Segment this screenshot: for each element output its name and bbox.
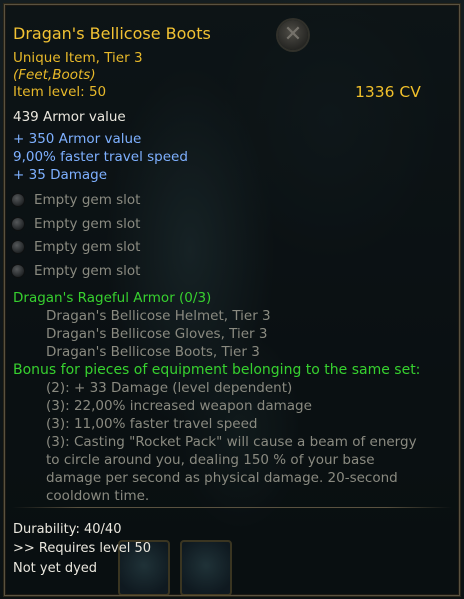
gem-slot-icon (12, 265, 24, 277)
item-slot-type: (Feet,Boots) (13, 67, 96, 83)
set-special-bonus: damage per second as physical damage. 20… (46, 470, 398, 486)
gem-slot-icon (12, 218, 24, 230)
gem-slot-label: Empty gem slot (34, 239, 141, 255)
durability: Durability: 40/40 (13, 522, 122, 537)
gem-slot-label: Empty gem slot (34, 216, 141, 232)
bonus-stat: + 350 Armor value (13, 131, 142, 147)
set-name: Dragan's Rageful Armor (0/3) (13, 290, 212, 306)
close-icon[interactable]: ✕ (278, 20, 308, 50)
set-special-bonus: (3): Casting "Rocket Pack" will cause a … (46, 434, 417, 450)
combat-value: 1336 CV (355, 83, 421, 101)
set-piece: Dragan's Bellicose Gloves, Tier 3 (46, 326, 268, 342)
gem-slot-icon (12, 241, 24, 253)
background-inventory-slot (180, 540, 232, 596)
set-bonus: (3): 11,00% faster travel speed (46, 416, 258, 432)
item-rarity: Unique Item, Tier 3 (13, 50, 143, 66)
set-bonus-header: Bonus for pieces of equipment belonging … (13, 362, 421, 378)
set-bonus: (3): 22,00% increased weapon damage (46, 398, 312, 414)
item-level: Item level: 50 (13, 84, 107, 100)
gem-slot-label: Empty gem slot (34, 263, 141, 279)
set-piece: Dragan's Bellicose Helmet, Tier 3 (46, 308, 271, 324)
set-special-bonus: to circle around you, dealing 150 % of y… (46, 452, 375, 468)
item-name: Dragan's Bellicose Boots (13, 24, 211, 43)
dye-status: Not yet dyed (13, 561, 98, 576)
set-special-bonus: cooldown time. (46, 488, 150, 504)
level-requirement: >> Requires level 50 (13, 541, 152, 556)
footer-divider (12, 507, 452, 508)
base-armor-stat: 439 Armor value (13, 109, 126, 125)
gem-slot-icon (12, 194, 24, 206)
set-piece: Dragan's Bellicose Boots, Tier 3 (46, 344, 260, 360)
bonus-stat: + 35 Damage (13, 167, 108, 183)
set-bonus: (2): + 33 Damage (level dependent) (46, 380, 293, 396)
gem-slot-label: Empty gem slot (34, 192, 141, 208)
bonus-stat: 9,00% faster travel speed (13, 149, 188, 165)
